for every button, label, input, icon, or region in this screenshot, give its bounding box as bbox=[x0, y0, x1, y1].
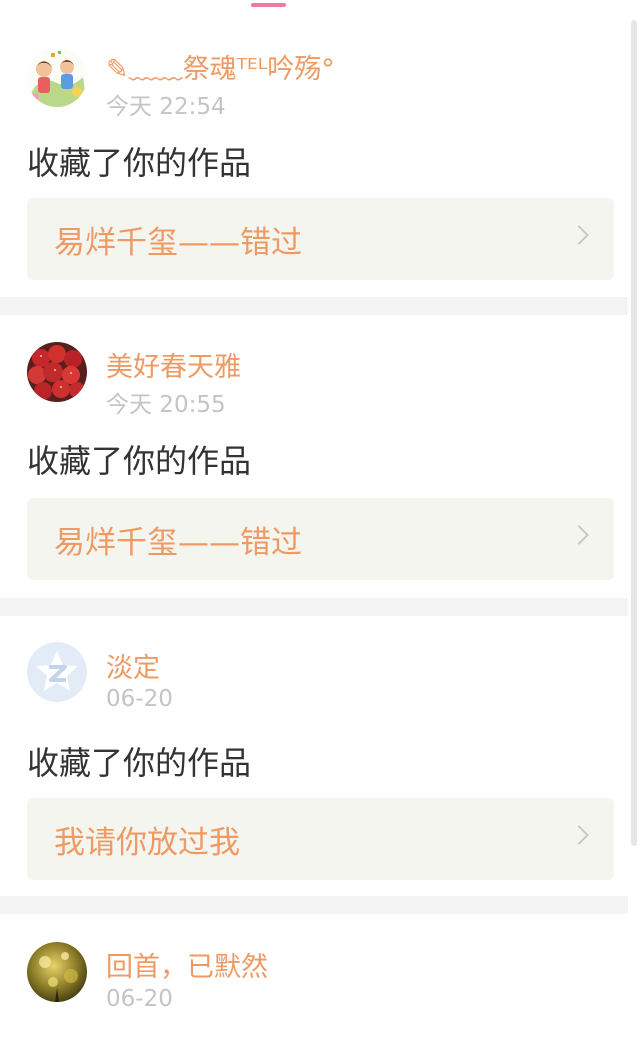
timestamp: 06-20 bbox=[106, 986, 173, 1012]
work-title: 易烊千玺——错过 bbox=[54, 525, 302, 561]
strawberries-avatar-icon[interactable] bbox=[27, 342, 87, 402]
notification-card: ✎﹏﹏祭魂ᵀᴱᴸ吟殇° 今天 22:54 收藏了你的作品 易烊千玺——错过 bbox=[0, 20, 628, 297]
notification-card: 淡定 06-20 收藏了你的作品 我请你放过我 bbox=[0, 616, 628, 896]
notification-screen: ✎﹏﹏祭魂ᵀᴱᴸ吟殇° 今天 22:54 收藏了你的作品 易烊千玺——错过 美好… bbox=[0, 0, 640, 1048]
user-name[interactable]: 淡定 bbox=[106, 646, 160, 685]
chevron-right-icon bbox=[569, 525, 589, 545]
timestamp: 06-20 bbox=[106, 686, 173, 712]
user-name[interactable]: 美好春天雅 bbox=[106, 345, 241, 384]
notification-card: 美好春天雅 今天 20:55 收藏了你的作品 易烊千玺——错过 bbox=[0, 315, 628, 598]
user-name[interactable]: ✎﹏﹏祭魂ᵀᴱᴸ吟殇° bbox=[106, 47, 335, 86]
user-name[interactable]: 回首，已默然 bbox=[106, 945, 268, 984]
scrollbar[interactable] bbox=[631, 20, 637, 846]
card-divider bbox=[0, 598, 628, 616]
card-divider bbox=[0, 297, 628, 315]
action-text: 收藏了你的作品 bbox=[27, 144, 252, 182]
notification-card: 回首，已默然 06-20 bbox=[0, 914, 628, 1048]
work-title: 我请你放过我 bbox=[54, 825, 240, 861]
work-title: 易烊千玺——错过 bbox=[54, 225, 302, 261]
cartoon-kids-avatar-icon[interactable] bbox=[27, 47, 87, 107]
chevron-right-icon bbox=[569, 825, 589, 845]
qzone-default-avatar-icon[interactable] bbox=[27, 642, 87, 702]
timestamp: 今天 20:55 bbox=[106, 392, 226, 418]
golden-lights-avatar-icon[interactable] bbox=[27, 942, 87, 1002]
timestamp: 今天 22:54 bbox=[106, 94, 226, 120]
work-link[interactable]: 我请你放过我 bbox=[27, 798, 614, 880]
work-link[interactable]: 易烊千玺——错过 bbox=[27, 198, 614, 280]
action-text: 收藏了你的作品 bbox=[27, 744, 252, 782]
chevron-right-icon bbox=[569, 225, 589, 245]
work-link[interactable]: 易烊千玺——错过 bbox=[27, 498, 614, 580]
action-text: 收藏了你的作品 bbox=[27, 442, 252, 480]
card-divider bbox=[0, 896, 628, 914]
tab-indicator bbox=[251, 3, 286, 7]
